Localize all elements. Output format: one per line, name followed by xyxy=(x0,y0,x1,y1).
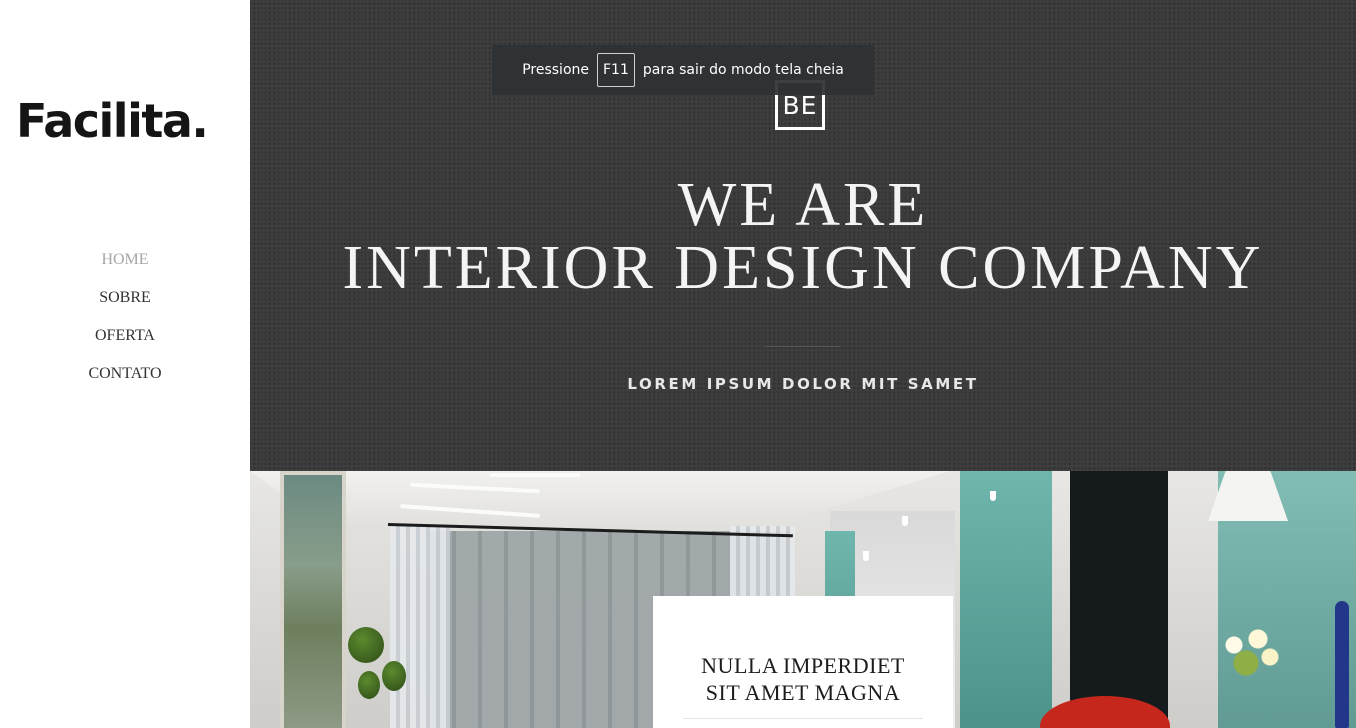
sidebar: Facilita. HOME SOBRE OFERTA CONTATO xyxy=(0,0,250,728)
brand-logo[interactable]: Facilita. xyxy=(16,90,209,152)
curtain-left xyxy=(390,526,450,728)
ceiling-light-strip xyxy=(490,473,580,477)
flower-arrangement xyxy=(1210,621,1290,681)
dark-doorway xyxy=(1070,471,1168,728)
f11-key-badge: F11 xyxy=(597,53,635,87)
ceiling-spotlight xyxy=(990,491,996,501)
hero-title-line-2: INTERIOR DESIGN COMPANY xyxy=(342,234,1264,302)
nav-item-home[interactable]: HOME xyxy=(0,248,250,286)
topiary-plant xyxy=(382,661,406,691)
nav-item-sobre[interactable]: SOBRE xyxy=(0,286,250,324)
hero-title: WE ARE INTERIOR DESIGN COMPANY xyxy=(250,174,1356,300)
topiary-plant xyxy=(358,671,380,699)
card-divider xyxy=(683,718,923,719)
card-title: NULLA IMPERDIET SIT AMET MAGNA xyxy=(653,652,953,706)
card-title-line-1: NULLA IMPERDIET xyxy=(701,653,905,678)
card-title-line-2: SIT AMET MAGNA xyxy=(705,680,901,705)
nav-item-contato[interactable]: CONTATO xyxy=(0,362,250,400)
teal-glass-panel xyxy=(960,471,1052,728)
blue-vase xyxy=(1335,601,1349,728)
hero-divider xyxy=(765,346,840,347)
nav-item-oferta[interactable]: OFERTA xyxy=(0,324,250,362)
toast-suffix: para sair do modo tela cheia xyxy=(642,62,844,78)
toast-prefix: Pressione xyxy=(522,62,589,78)
ceiling-spotlight xyxy=(863,551,869,561)
wall-artwork xyxy=(280,471,346,728)
fullscreen-exit-toast: Pressione F11 para sair do modo tela che… xyxy=(492,45,874,95)
hero-title-line-1: WE ARE xyxy=(677,171,929,239)
hero-subtitle: LOREM IPSUM DOLOR MIT SAMET xyxy=(627,375,979,393)
main-nav: HOME SOBRE OFERTA CONTATO xyxy=(0,248,250,400)
ceiling-spotlight xyxy=(902,516,908,526)
topiary-plant xyxy=(348,627,384,663)
feature-card: NULLA IMPERDIET SIT AMET MAGNA xyxy=(653,596,953,728)
